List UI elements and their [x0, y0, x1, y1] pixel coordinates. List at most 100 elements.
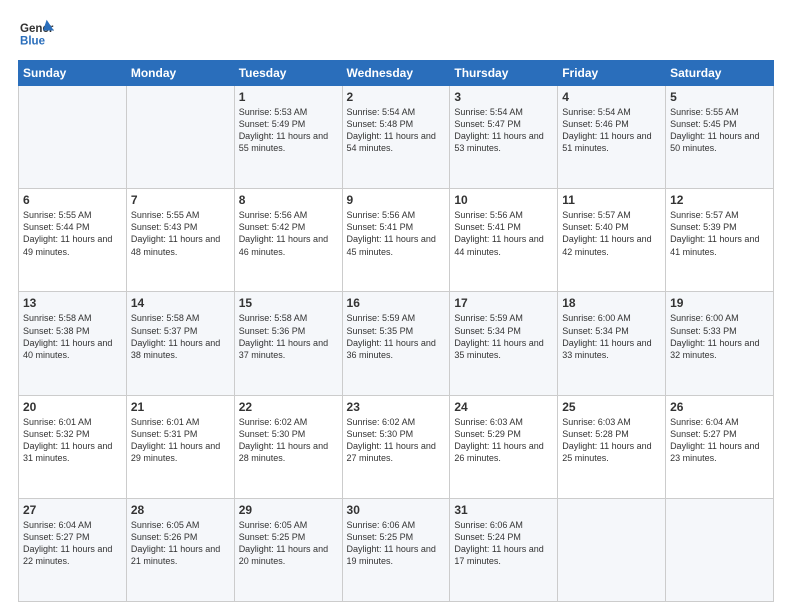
- col-header-thursday: Thursday: [450, 61, 558, 86]
- calendar-cell: 30Sunrise: 6:06 AMSunset: 5:25 PMDayligh…: [342, 498, 450, 601]
- day-number: 20: [23, 400, 122, 414]
- cell-line: Daylight: 11 hours and 50 minutes.: [670, 131, 759, 153]
- calendar-cell: 18Sunrise: 6:00 AMSunset: 5:34 PMDayligh…: [558, 292, 666, 395]
- cell-line: Sunset: 5:42 PM: [239, 222, 306, 232]
- cell-line: Sunrise: 5:58 AM: [239, 313, 308, 323]
- cell-content: Sunrise: 6:01 AMSunset: 5:31 PMDaylight:…: [131, 416, 230, 465]
- calendar-cell: [126, 86, 234, 189]
- day-number: 14: [131, 296, 230, 310]
- cell-line: Daylight: 11 hours and 40 minutes.: [23, 338, 112, 360]
- cell-content: Sunrise: 5:54 AMSunset: 5:47 PMDaylight:…: [454, 106, 553, 155]
- cell-line: Sunrise: 5:59 AM: [454, 313, 523, 323]
- cell-content: Sunrise: 5:54 AMSunset: 5:46 PMDaylight:…: [562, 106, 661, 155]
- header-row: SundayMondayTuesdayWednesdayThursdayFrid…: [19, 61, 774, 86]
- cell-line: Sunrise: 6:04 AM: [23, 520, 92, 530]
- cell-line: Sunset: 5:49 PM: [239, 119, 306, 129]
- cell-line: Sunrise: 6:06 AM: [347, 520, 416, 530]
- calendar-cell: 14 Sunrise: 5:58 AMSunset: 5:37 PMDayligh…: [126, 292, 234, 395]
- day-number: 30: [347, 503, 446, 517]
- cell-line: Sunrise: 5:53 AM: [239, 107, 308, 117]
- cell-line: Daylight: 11 hours and 45 minutes.: [347, 234, 436, 256]
- cell-content: Sunrise: 6:06 AMSunset: 5:24 PMDaylight:…: [454, 519, 553, 568]
- cell-line: Sunrise: 5:56 AM: [239, 210, 308, 220]
- cell-content: Sunrise: 5:59 AMSunset: 5:35 PMDaylight:…: [347, 312, 446, 361]
- cell-line: Sunrise: 5:58 AM: [131, 313, 200, 323]
- cell-line: Sunrise: 5:54 AM: [562, 107, 631, 117]
- cell-line: Daylight: 11 hours and 55 minutes.: [239, 131, 328, 153]
- cell-line: Sunrise: 5:56 AM: [347, 210, 416, 220]
- cell-content: Sunrise: 5:58 AMSunset: 5:37 PMDaylight:…: [131, 312, 230, 361]
- cell-content: Sunrise: 6:02 AMSunset: 5:30 PMDaylight:…: [239, 416, 338, 465]
- cell-content: Sunrise: 6:03 AMSunset: 5:29 PMDaylight:…: [454, 416, 553, 465]
- cell-line: Daylight: 11 hours and 33 minutes.: [562, 338, 651, 360]
- cell-line: Sunset: 5:30 PM: [347, 429, 414, 439]
- calendar-cell: 4 Sunrise: 5:54 AMSunset: 5:46 PMDaylight…: [558, 86, 666, 189]
- day-number: 29: [239, 503, 338, 517]
- logo: General Blue: [18, 18, 54, 50]
- day-number: 17: [454, 296, 553, 310]
- calendar-cell: 27Sunrise: 6:04 AMSunset: 5:27 PMDayligh…: [19, 498, 127, 601]
- cell-line: Sunset: 5:36 PM: [239, 326, 306, 336]
- cell-line: Daylight: 11 hours and 41 minutes.: [670, 234, 759, 256]
- cell-line: Daylight: 11 hours and 46 minutes.: [239, 234, 328, 256]
- cell-line: Daylight: 11 hours and 53 minutes.: [454, 131, 543, 153]
- calendar-table: SundayMondayTuesdayWednesdayThursdayFrid…: [18, 60, 774, 602]
- day-number: 1: [239, 90, 338, 104]
- day-number: 16: [347, 296, 446, 310]
- calendar-cell: [19, 86, 127, 189]
- day-number: 2: [347, 90, 446, 104]
- cell-content: Sunrise: 6:03 AMSunset: 5:28 PMDaylight:…: [562, 416, 661, 465]
- cell-line: Sunset: 5:48 PM: [347, 119, 414, 129]
- cell-line: Sunset: 5:39 PM: [670, 222, 737, 232]
- day-number: 12: [670, 193, 769, 207]
- day-number: 18: [562, 296, 661, 310]
- week-row-2: 6Sunrise: 5:55 AMSunset: 5:44 PMDaylight…: [19, 189, 774, 292]
- cell-line: Daylight: 11 hours and 37 minutes.: [239, 338, 328, 360]
- cell-content: Sunrise: 5:55 AMSunset: 5:43 PMDaylight:…: [131, 209, 230, 258]
- cell-content: Sunrise: 5:59 AMSunset: 5:34 PMDaylight:…: [454, 312, 553, 361]
- day-number: 26: [670, 400, 769, 414]
- cell-line: Sunrise: 5:55 AM: [131, 210, 200, 220]
- cell-content: Sunrise: 6:00 AMSunset: 5:33 PMDaylight:…: [670, 312, 769, 361]
- col-header-friday: Friday: [558, 61, 666, 86]
- cell-line: Daylight: 11 hours and 48 minutes.: [131, 234, 220, 256]
- day-number: 9: [347, 193, 446, 207]
- cell-content: Sunrise: 6:05 AMSunset: 5:26 PMDaylight:…: [131, 519, 230, 568]
- calendar-cell: 29Sunrise: 6:05 AMSunset: 5:25 PMDayligh…: [234, 498, 342, 601]
- cell-content: Sunrise: 5:57 AMSunset: 5:40 PMDaylight:…: [562, 209, 661, 258]
- cell-line: Sunset: 5:41 PM: [347, 222, 414, 232]
- cell-line: Sunrise: 6:00 AM: [670, 313, 739, 323]
- day-number: 4: [562, 90, 661, 104]
- cell-content: Sunrise: 6:02 AMSunset: 5:30 PMDaylight:…: [347, 416, 446, 465]
- calendar-cell: 16 Sunrise: 5:59 AMSunset: 5:35 PMDayligh…: [342, 292, 450, 395]
- cell-line: Daylight: 11 hours and 26 minutes.: [454, 441, 543, 463]
- week-row-3: 13 Sunrise: 5:58 AMSunset: 5:38 PMDayligh…: [19, 292, 774, 395]
- day-number: 31: [454, 503, 553, 517]
- calendar-cell: 20Sunrise: 6:01 AMSunset: 5:32 PMDayligh…: [19, 395, 127, 498]
- cell-line: Sunset: 5:28 PM: [562, 429, 629, 439]
- cell-line: Sunset: 5:41 PM: [454, 222, 521, 232]
- logo-icon: General Blue: [18, 18, 54, 50]
- cell-line: Sunrise: 6:03 AM: [562, 417, 631, 427]
- col-header-sunday: Sunday: [19, 61, 127, 86]
- cell-line: Sunrise: 6:01 AM: [23, 417, 92, 427]
- cell-line: Sunrise: 6:04 AM: [670, 417, 739, 427]
- cell-line: Sunrise: 6:02 AM: [239, 417, 308, 427]
- week-row-1: 1 Sunrise: 5:53 AM Sunset: 5:49 PM Daylight…: [19, 86, 774, 189]
- cell-content: Sunrise: 5:54 AMSunset: 5:48 PMDaylight:…: [347, 106, 446, 155]
- cell-line: Daylight: 11 hours and 17 minutes.: [454, 544, 543, 566]
- calendar-cell: [558, 498, 666, 601]
- calendar-cell: 22Sunrise: 6:02 AMSunset: 5:30 PMDayligh…: [234, 395, 342, 498]
- day-number: 24: [454, 400, 553, 414]
- cell-content: Sunrise: 5:53 AM Sunset: 5:49 PM Daylight:…: [239, 106, 338, 155]
- day-number: 27: [23, 503, 122, 517]
- cell-line: Daylight: 11 hours and 23 minutes.: [670, 441, 759, 463]
- cell-content: Sunrise: 5:58 AMSunset: 5:38 PMDaylight:…: [23, 312, 122, 361]
- day-number: 13: [23, 296, 122, 310]
- cell-line: Sunrise: 6:02 AM: [347, 417, 416, 427]
- cell-line: Sunrise: 6:06 AM: [454, 520, 523, 530]
- calendar-cell: 10Sunrise: 5:56 AMSunset: 5:41 PMDayligh…: [450, 189, 558, 292]
- cell-line: Daylight: 11 hours and 54 minutes.: [347, 131, 436, 153]
- cell-line: Sunset: 5:27 PM: [670, 429, 737, 439]
- svg-text:Blue: Blue: [20, 36, 46, 48]
